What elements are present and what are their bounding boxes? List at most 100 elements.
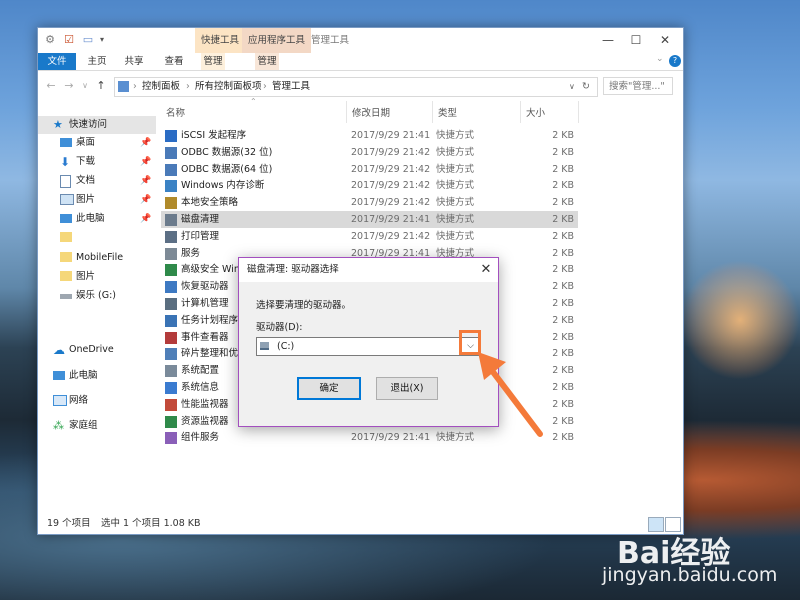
dialog-prompt: 选择要清理的驱动器。: [256, 300, 352, 311]
file-date: 2017/9/29 21:42: [351, 180, 431, 192]
checklist-icon[interactable]: ☑: [63, 33, 75, 47]
nav-mobilefile[interactable]: MobileFile: [38, 249, 156, 267]
properties-icon[interactable]: ⚙: [44, 33, 56, 47]
file-name: 系统配置: [181, 365, 220, 377]
context-group-app-tools: 应用程序工具: [242, 28, 312, 53]
shortcut-icon: [165, 314, 177, 327]
cloud-icon: ☁: [53, 343, 65, 357]
drive-select[interactable]: (C:) ⌵: [256, 337, 480, 356]
network-icon: [53, 395, 67, 406]
shortcut-icon: [165, 331, 177, 344]
shortcut-icon: [165, 197, 177, 210]
search-input[interactable]: 搜索"管理...": [603, 77, 673, 95]
tab-home[interactable]: 主页: [85, 53, 109, 70]
file-size: 2 KB: [552, 314, 574, 326]
shortcut-icon: [165, 382, 177, 394]
file-size: 2 KB: [552, 197, 574, 209]
address-dropdown-icon[interactable]: ∨: [569, 78, 575, 96]
file-row[interactable]: iSCSI 发起程序 2017/9/29 21:41 快捷方式 2 KB: [161, 127, 578, 144]
file-row[interactable]: ODBC 数据源(32 位) 2017/9/29 21:42 快捷方式 2 KB: [161, 144, 578, 161]
homegroup-icon: ⁂: [53, 419, 64, 432]
pin-icon[interactable]: 📌: [140, 191, 151, 209]
file-size: 2 KB: [552, 281, 574, 293]
nav-desktop[interactable]: 桌面 📌: [38, 134, 156, 152]
ribbon-tab-bar: 文件 主页 共享 查看 管理 管理 ⌄ ?: [38, 53, 683, 71]
tab-shortcut-manage[interactable]: 管理: [201, 53, 225, 70]
maximize-button[interactable]: ☐: [621, 28, 651, 53]
file-name: 资源监视器: [181, 415, 229, 427]
pin-icon[interactable]: 📌: [140, 153, 151, 171]
breadcrumb-all-items[interactable]: 所有控制面板项: [195, 78, 262, 96]
column-header-date[interactable]: 修改日期: [352, 105, 390, 123]
nav-downloads[interactable]: ⬇ 下载 📌: [38, 153, 156, 171]
file-size: 2 KB: [552, 163, 574, 175]
desktop-icon: [60, 138, 72, 147]
tab-view[interactable]: 查看: [162, 53, 186, 70]
refresh-icon[interactable]: ↻: [582, 78, 590, 96]
breadcrumb-admin-tools[interactable]: 管理工具: [272, 78, 310, 96]
file-name: 性能监视器: [181, 398, 229, 410]
drive-icon: [60, 294, 72, 299]
nav-quick-access[interactable]: ★ 快速访问: [38, 116, 156, 134]
forward-button[interactable]: →: [62, 79, 76, 93]
address-bar-row: ← → ∨ ↑ › 控制面板 › 所有控制面板项 › 管理工具 ∨ ↻ 搜索"管…: [38, 71, 683, 101]
status-bar: 19 个项目 选中 1 个项目 1.08 KB: [38, 513, 683, 534]
column-header-type[interactable]: 类型: [438, 105, 457, 123]
nav-this-pc[interactable]: 此电脑: [38, 367, 156, 385]
dialog-close-button[interactable]: ✕: [475, 258, 497, 282]
nav-folder-blurred[interactable]: [38, 229, 156, 247]
column-header-name[interactable]: 名称: [166, 105, 185, 123]
star-icon: ★: [53, 118, 63, 131]
file-row[interactable]: 本地安全策略 2017/9/29 21:42 快捷方式 2 KB: [161, 194, 578, 211]
tab-share[interactable]: 共享: [122, 53, 146, 70]
shortcut-icon: [165, 281, 177, 294]
file-size: 2 KB: [552, 230, 574, 242]
ok-button[interactable]: 确定: [297, 377, 361, 400]
file-date: 2017/9/29 21:42: [351, 146, 431, 158]
file-type: 快捷方式: [436, 432, 475, 444]
nav-network[interactable]: 网络: [38, 392, 156, 410]
tab-file[interactable]: 文件: [38, 53, 76, 70]
pin-icon[interactable]: 📌: [140, 172, 151, 190]
watermark-url: jingyan.baidu.com: [602, 564, 778, 586]
shortcut-icon: [165, 365, 177, 378]
nav-pictures-folder[interactable]: 图片: [38, 268, 156, 286]
pin-icon[interactable]: 📌: [140, 210, 151, 228]
nav-drive-g[interactable]: 娱乐 (G:): [38, 287, 156, 305]
close-button[interactable]: ✕: [650, 28, 680, 53]
recent-locations-button[interactable]: ∨: [78, 79, 92, 93]
customize-quick-access-icon[interactable]: ▾: [96, 33, 108, 47]
nav-onedrive[interactable]: ☁ OneDrive: [38, 341, 156, 359]
nav-this-pc-pinned[interactable]: 此电脑 📌: [38, 210, 156, 228]
tab-app-manage[interactable]: 管理: [255, 53, 279, 70]
shortcut-icon: [165, 146, 177, 159]
annotation-arrow: [478, 352, 543, 437]
column-header-size[interactable]: 大小: [526, 105, 545, 123]
folder-icon: [60, 232, 72, 242]
dialog-title: 磁盘清理: 驱动器选择: [247, 264, 339, 275]
nav-documents[interactable]: 文档 📌: [38, 172, 156, 190]
file-row[interactable]: ODBC 数据源(64 位) 2017/9/29 21:42 快捷方式 2 KB: [161, 161, 578, 178]
exit-button[interactable]: 退出(X): [376, 377, 438, 400]
file-row[interactable]: Windows 内存诊断 2017/9/29 21:42 快捷方式 2 KB: [161, 177, 578, 194]
file-size: 2 KB: [552, 298, 574, 309]
help-icon[interactable]: ?: [669, 55, 681, 67]
address-box[interactable]: › 控制面板 › 所有控制面板项 › 管理工具 ∨ ↻: [114, 77, 598, 97]
minimize-button[interactable]: —: [593, 28, 623, 53]
up-button[interactable]: ↑: [94, 79, 108, 93]
back-button[interactable]: ←: [44, 79, 58, 93]
file-date: 2017/9/29 21:42: [351, 163, 431, 175]
shortcut-icon: [165, 348, 177, 361]
file-date: 2017/9/29 21:41: [351, 130, 431, 141]
pin-icon[interactable]: 📌: [140, 134, 151, 152]
file-row[interactable]: 磁盘清理 2017/9/29 21:41 快捷方式 2 KB: [161, 211, 578, 228]
expand-ribbon-icon[interactable]: ⌄: [656, 54, 664, 64]
breadcrumb-control-panel[interactable]: 控制面板: [142, 78, 180, 96]
nav-pictures[interactable]: 图片 📌: [38, 191, 156, 209]
file-row[interactable]: 打印管理 2017/9/29 21:42 快捷方式 2 KB: [161, 228, 578, 245]
file-name: 打印管理: [181, 230, 220, 242]
nav-homegroup[interactable]: ⁂ 家庭组: [38, 417, 156, 435]
folder-icon: [60, 271, 72, 281]
new-folder-icon[interactable]: ▭: [82, 33, 94, 47]
file-size: 2 KB: [552, 146, 574, 158]
